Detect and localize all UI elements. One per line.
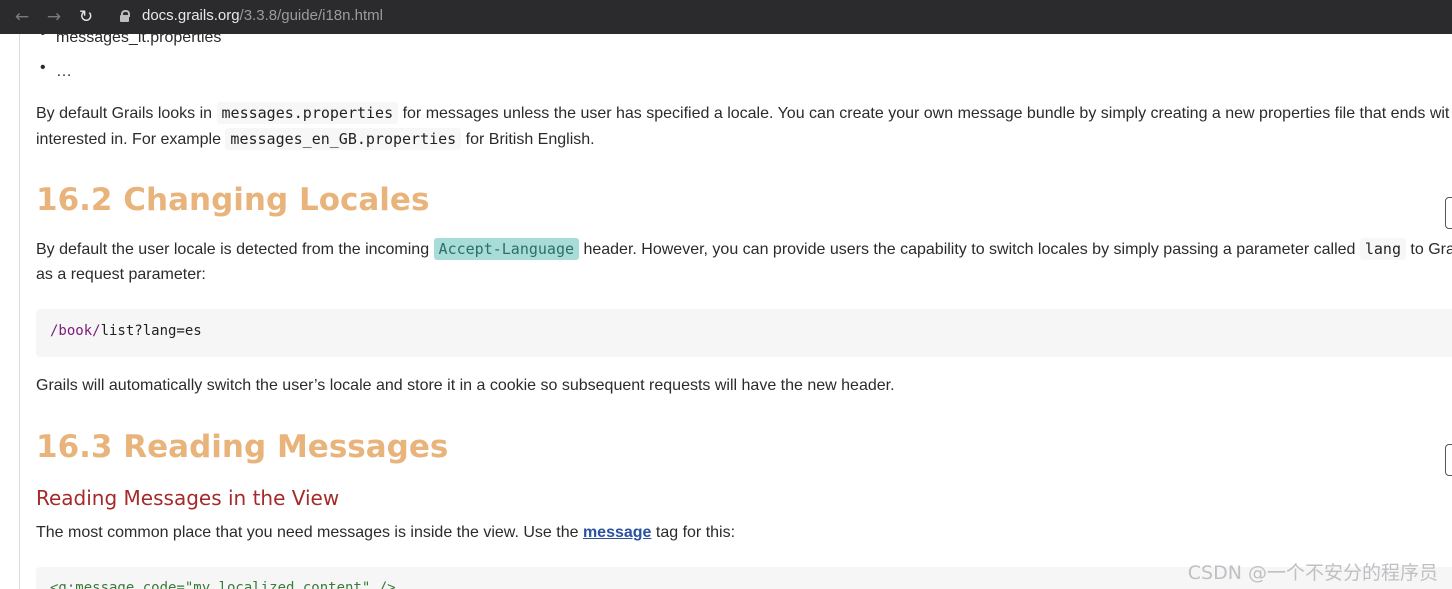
inline-code: messages.properties: [216, 102, 399, 124]
paragraph-line: as a request parameter:: [36, 266, 206, 283]
list-item-text: messages_it.properties: [56, 34, 222, 46]
message-link[interactable]: message: [583, 524, 652, 541]
paragraph: By default the user locale is detected f…: [36, 238, 1452, 260]
paragraph: The most common place that you need mess…: [36, 524, 736, 541]
code-line: /book/list?lang=es: [50, 323, 202, 339]
left-divider: [19, 34, 20, 589]
url-text[interactable]: docs.grails.org/3.3.8/guide/i18n.html: [142, 7, 383, 24]
section-heading: 16.3 Reading Messages: [36, 429, 449, 465]
paragraph: Grails will automatically switch the use…: [36, 377, 895, 394]
page-content: • messages_it.properties • … By default …: [0, 34, 1452, 589]
code-line: <g:message code="my.localized.content" /…: [50, 580, 396, 589]
edit-button[interactable]: [1445, 444, 1452, 476]
forward-icon[interactable]: →: [43, 6, 65, 28]
edit-button[interactable]: [1445, 197, 1452, 229]
url-host: docs.grails.org: [142, 7, 240, 24]
paragraph-line: interested in. For example messages_en_G…: [36, 128, 595, 150]
lock-icon[interactable]: [120, 10, 130, 22]
watermark: CSDN @一个不安分的程序员: [1187, 562, 1438, 584]
list-item: •: [40, 59, 46, 76]
address-bar[interactable]: docs.grails.org/3.3.8/guide/i18n.html: [108, 4, 1428, 30]
url-path: /3.3.8/guide/i18n.html: [239, 7, 383, 24]
code-block: /book/list?lang=es: [36, 309, 1452, 357]
reload-icon[interactable]: ↻: [75, 6, 97, 28]
inline-code: messages_en_GB.properties: [225, 128, 462, 150]
paragraph: By default Grails looks in messages.prop…: [36, 102, 1450, 124]
list-item: •: [40, 34, 46, 43]
back-icon[interactable]: ←: [11, 6, 33, 28]
subsection-heading: Reading Messages in the View: [36, 486, 340, 510]
section-heading: 16.2 Changing Locales: [36, 182, 430, 218]
list-item-text: …: [56, 63, 72, 80]
highlighted-code: Accept-Language: [433, 238, 580, 260]
browser-toolbar: ← → ↻ docs.grails.org/3.3.8/guide/i18n.h…: [0, 0, 1452, 34]
inline-code: lang: [1359, 238, 1406, 260]
